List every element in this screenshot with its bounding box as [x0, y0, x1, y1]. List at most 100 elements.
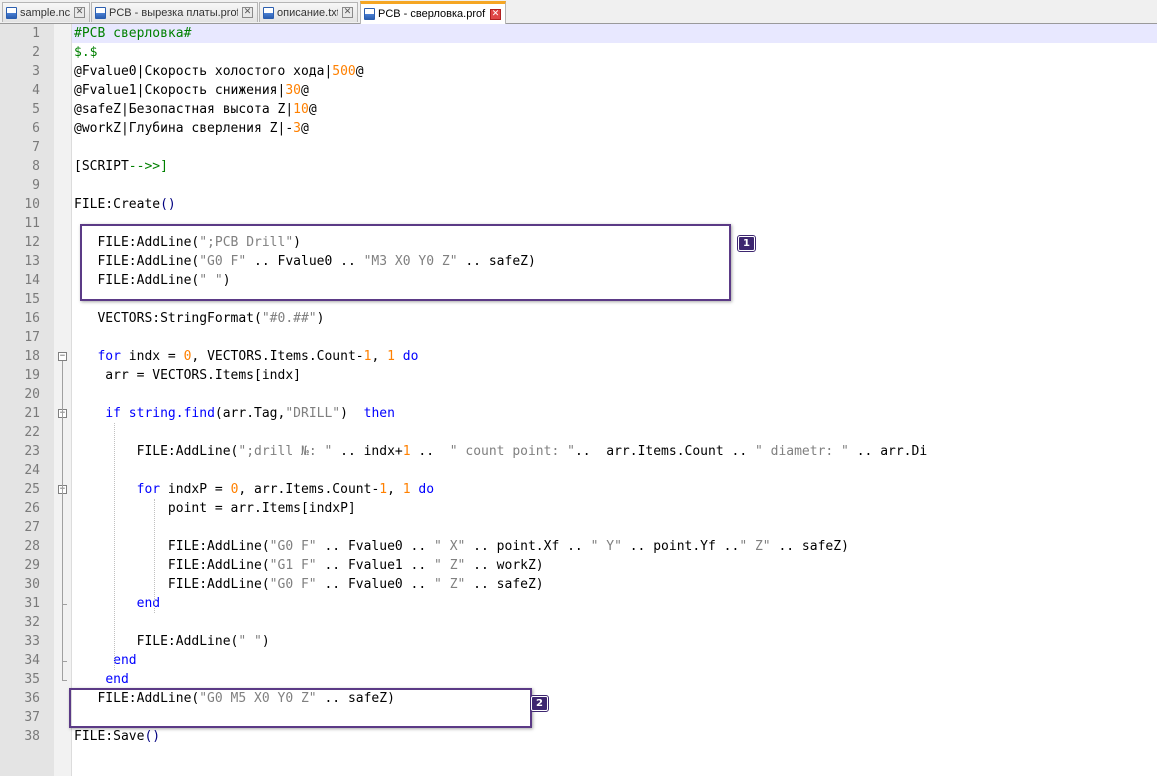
- code-line[interactable]: VECTORS:StringFormat("#0.##"): [74, 309, 324, 328]
- code-token: "#0.##": [261, 311, 317, 326]
- code-line[interactable]: FILE:Save(): [74, 727, 160, 746]
- line-number: 9: [32, 178, 40, 193]
- code-token: .. point.Yf ..: [621, 539, 740, 554]
- close-icon[interactable]: ✕: [74, 7, 85, 18]
- line-number-gutter[interactable]: 1 2 3 4 5 6 7 8 9 10 11 12 13 14 15 16 17 18 19 20 21 22 23 24 2…: [0, 24, 54, 776]
- close-icon[interactable]: ✕: [490, 8, 501, 20]
- code-line[interactable]: arr = VECTORS.Items[indx]: [74, 366, 301, 385]
- code-token: , arr.Items.Count-: [238, 482, 380, 497]
- tab-bar: sample.nc ✕ PCB - вырезка платы.prof ✕ о…: [0, 0, 1157, 24]
- code-token: ,: [387, 482, 403, 497]
- code-line[interactable]: end: [74, 651, 136, 670]
- code-token: 3: [293, 121, 301, 136]
- code-token: FILE:Save: [74, 729, 145, 744]
- line-number: 23: [24, 444, 40, 459]
- code-line[interactable]: $.$: [74, 43, 97, 62]
- code-line[interactable]: @safeZ|Безопастная высота Z|10@: [74, 100, 317, 119]
- code-token: end: [105, 672, 129, 687]
- line-number: 4: [32, 83, 40, 98]
- code-token: indxP =: [160, 482, 231, 497]
- line-number: 22: [24, 425, 40, 440]
- line-number: 13: [24, 254, 40, 269]
- code-token: arr = VECTORS.Items[indx]: [74, 368, 301, 383]
- code-token: .. indx+: [332, 444, 403, 459]
- line-number: 17: [24, 330, 40, 345]
- code-line[interactable]: end: [74, 670, 129, 689]
- code-token: " Y": [590, 539, 622, 554]
- code-line[interactable]: point = arr.Items[indxP]: [74, 499, 356, 518]
- callout-badge-1: 1: [737, 235, 756, 252]
- code-token: FILE:AddLine(: [74, 634, 239, 649]
- tab-opisanie[interactable]: описание.txt ✕: [259, 2, 358, 22]
- line-number: 7: [32, 140, 40, 155]
- code-token: .. Fvalue1 ..: [316, 558, 435, 573]
- fold-toggle-icon[interactable]: −: [58, 352, 67, 361]
- line-number: 32: [24, 615, 40, 630]
- code-token: for: [97, 349, 121, 364]
- code-line[interactable]: @workZ|Глубина сверления Z|-3@: [74, 119, 309, 138]
- code-token: " ": [238, 634, 262, 649]
- close-icon[interactable]: ✕: [242, 7, 253, 18]
- code-token: .. Fvalue0 ..: [316, 539, 435, 554]
- code-token: 500: [332, 64, 356, 79]
- code-token: .. safeZ): [465, 577, 544, 592]
- code-token: ..: [410, 444, 450, 459]
- code-line[interactable]: #PCB сверловка#: [74, 24, 191, 43]
- code-token: " count point: ": [449, 444, 575, 459]
- line-number: 35: [24, 672, 40, 687]
- code-line[interactable]: end: [74, 594, 160, 613]
- code-line[interactable]: FILE:AddLine("G0 F" .. Fvalue0 .. " X" .…: [74, 537, 849, 556]
- code-editor[interactable]: #PCB сверловка# $.$ @Fvalue0|Скорость холо…: [72, 24, 1157, 776]
- code-line[interactable]: for indxP = 0, arr.Items.Count-1, 1 do: [74, 480, 434, 499]
- callout-badge-2: 2: [530, 695, 549, 712]
- code-token: for: [136, 482, 161, 497]
- code-line[interactable]: @Fvalue0|Скорость холостого хода|500@: [74, 62, 364, 81]
- code-token: FILE:AddLine(: [74, 558, 270, 573]
- code-token: @: [300, 83, 309, 98]
- code-line[interactable]: if string.find(arr.Tag,"DRILL") then: [74, 404, 395, 423]
- code-token: 30: [285, 83, 301, 98]
- code-line[interactable]: for indx = 0, VECTORS.Items.Count-1, 1 d…: [74, 347, 418, 366]
- code-token: 1: [402, 444, 411, 459]
- tab-pcb-vyrezka[interactable]: PCB - вырезка платы.prof ✕: [91, 2, 258, 22]
- fold-margin[interactable]: [54, 24, 72, 776]
- code-line[interactable]: FILE:Create(): [74, 195, 176, 214]
- tab-label: PCB - сверловка.prof: [378, 8, 486, 20]
- code-token: point = arr.Items[indxP]: [74, 501, 356, 516]
- code-token: indx =: [120, 349, 184, 364]
- code-token: " Z": [739, 539, 771, 554]
- indent-guide: [114, 423, 115, 670]
- line-number: 36: [24, 691, 40, 706]
- tab-pcb-sverlovka[interactable]: PCB - сверловка.prof ✕: [360, 1, 506, 24]
- tab-label: sample.nc: [20, 6, 70, 19]
- line-number: 5: [32, 102, 40, 117]
- line-number: 10: [24, 197, 40, 212]
- code-line[interactable]: [SCRIPT-->>]: [74, 157, 168, 176]
- code-token: ): [261, 634, 270, 649]
- tab-sample-nc[interactable]: sample.nc ✕: [2, 2, 90, 22]
- line-number: 33: [24, 634, 40, 649]
- code-token: [SCRIPT: [74, 159, 129, 174]
- code-line[interactable]: FILE:AddLine(";drill №: " .. indx+1 .. "…: [74, 442, 928, 461]
- code-line[interactable]: @Fvalue1|Скорость снижения|30@: [74, 81, 309, 100]
- callout-box-1: [80, 224, 731, 301]
- close-icon[interactable]: ✕: [342, 7, 353, 18]
- file-icon: [364, 8, 375, 20]
- code-line[interactable]: FILE:AddLine("G1 F" .. Fvalue1 .. " Z" .…: [74, 556, 544, 575]
- line-number: 19: [24, 368, 40, 383]
- line-number: 34: [24, 653, 40, 668]
- line-number: 2: [32, 45, 40, 60]
- code-token: FILE:AddLine(: [74, 444, 239, 459]
- code-line[interactable]: FILE:AddLine("G0 F" .. Fvalue0 .. " Z" .…: [74, 575, 544, 594]
- code-token: " X": [434, 539, 466, 554]
- code-token: 10: [293, 102, 309, 117]
- line-number: 31: [24, 596, 40, 611]
- code-line[interactable]: FILE:AddLine(" "): [74, 632, 270, 651]
- code-token: "G1 F": [269, 558, 317, 573]
- line-number: 29: [24, 558, 40, 573]
- line-number: 8: [32, 159, 40, 174]
